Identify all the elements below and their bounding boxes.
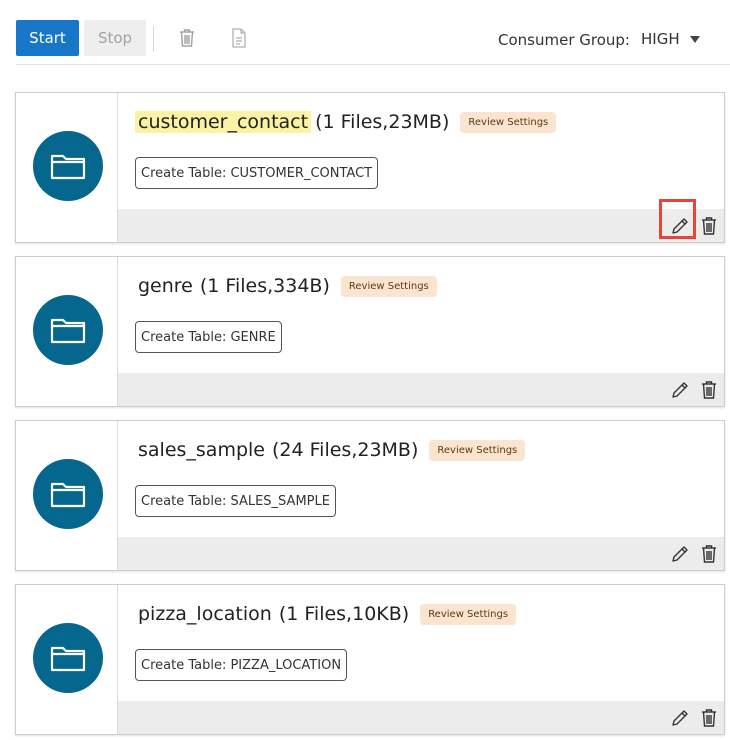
dataset-card: pizza_location (1 Files,10KB) Review Set… [15, 584, 725, 735]
card-footer [118, 701, 724, 734]
pencil-icon[interactable] [669, 379, 691, 401]
consumer-group-select[interactable]: HIGH [641, 27, 700, 51]
dataset-card: sales_sample (24 Files,23MB) Review Sett… [15, 420, 725, 571]
dataset-meta: (1 Files,334B) [199, 275, 330, 297]
folder-icon [33, 295, 103, 365]
dataset-card: customer_contact (1 Files,23MB) Review S… [15, 92, 725, 243]
card-title: genre (1 Files,334B) Review Settings [135, 271, 437, 301]
chevron-down-icon [689, 35, 700, 43]
card-icon-panel [16, 257, 118, 406]
card-title: customer_contact (1 Files,23MB) Review S… [135, 107, 557, 137]
create-table-label[interactable]: Create Table: CUSTOMER_CONTACT [135, 157, 379, 189]
pencil-icon[interactable] [669, 543, 691, 565]
review-settings-badge[interactable]: Review Settings [340, 275, 437, 297]
create-table-label[interactable]: Create Table: SALES_SAMPLE [135, 485, 336, 517]
stop-button[interactable]: Stop [84, 20, 146, 56]
card-icon-panel [16, 93, 118, 242]
trash-icon[interactable] [698, 543, 720, 565]
pencil-icon[interactable] [669, 707, 691, 729]
create-table-label[interactable]: Create Table: GENRE [135, 321, 282, 353]
create-table-label[interactable]: Create Table: PIZZA_LOCATION [135, 649, 348, 681]
toolbar: Start Stop Consumer Group: HIGH [0, 0, 730, 66]
card-footer [118, 373, 724, 406]
folder-icon [33, 459, 103, 529]
toolbar-divider-line [16, 64, 730, 65]
pencil-icon[interactable] [669, 215, 691, 237]
toolbar-divider [153, 26, 154, 52]
card-icon-panel [16, 585, 118, 734]
start-button[interactable]: Start [16, 20, 79, 56]
dataset-meta: (1 Files,23MB) [315, 111, 450, 133]
review-settings-badge[interactable]: Review Settings [420, 603, 517, 625]
dataset-name[interactable]: genre [135, 275, 196, 297]
dataset-name[interactable]: customer_contact [135, 111, 312, 133]
card-title: pizza_location (1 Files,10KB) Review Set… [135, 599, 517, 629]
card-footer [118, 537, 724, 570]
card-footer [118, 199, 724, 242]
trash-icon[interactable] [698, 379, 720, 401]
document-icon[interactable] [229, 27, 249, 49]
trash-icon[interactable] [698, 707, 720, 729]
dataset-name[interactable]: pizza_location [135, 603, 275, 625]
trash-icon[interactable] [177, 27, 197, 49]
dataset-meta: (1 Files,10KB) [278, 603, 410, 625]
card-icon-panel [16, 421, 118, 570]
review-settings-badge[interactable]: Review Settings [429, 439, 526, 461]
folder-icon [33, 131, 103, 201]
review-settings-badge[interactable]: Review Settings [460, 111, 557, 133]
dataset-name[interactable]: sales_sample [135, 439, 268, 461]
dataset-meta: (24 Files,23MB) [272, 439, 419, 461]
trash-icon[interactable] [698, 215, 720, 237]
folder-icon [33, 623, 103, 693]
consumer-group-value: HIGH [641, 30, 680, 48]
consumer-group-label: Consumer Group: [498, 31, 630, 49]
dataset-card: genre (1 Files,334B) Review Settings Cre… [15, 256, 725, 407]
card-title: sales_sample (24 Files,23MB) Review Sett… [135, 435, 526, 465]
